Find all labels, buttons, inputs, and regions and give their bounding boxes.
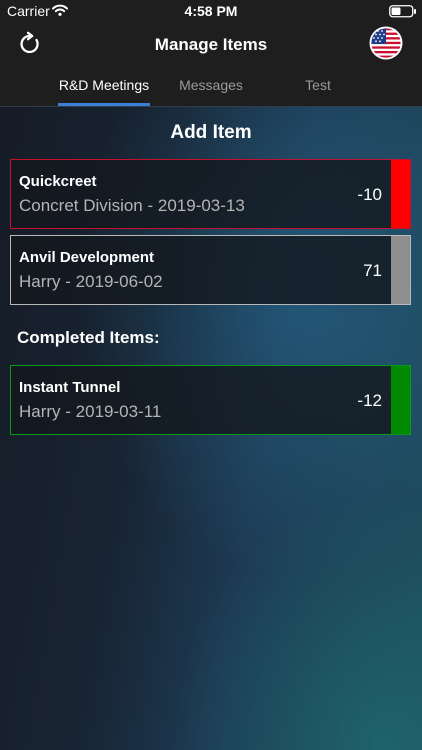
item-subtitle: Harry - 2019-06-02 (19, 272, 163, 291)
add-item-button[interactable]: Add Item (0, 122, 422, 144)
item-title: Quickcreet (19, 173, 97, 190)
page-title: Manage Items (154, 35, 268, 54)
item-card[interactable]: Quickcreet Concret Division - 2019-03-13… (10, 159, 411, 229)
tab-bar: R&D Meetings Messages Test (0, 68, 422, 106)
status-bar: Carrier 4:58 PM (0, 0, 422, 22)
tab-rd-meetings[interactable]: R&D Meetings (58, 77, 150, 106)
navigation-bar: Manage Items R&D Meetings Messages Test (0, 22, 422, 107)
completed-items-heading: Completed Items: (17, 328, 160, 347)
status-time: 4:58 PM (184, 3, 238, 19)
item-title: Anvil Development (19, 249, 155, 266)
completed-item-card[interactable]: Instant Tunnel Harry - 2019-03-11 -12 (10, 365, 411, 435)
tab-messages[interactable]: Messages (166, 77, 256, 106)
item-subtitle: Harry - 2019-03-11 (19, 402, 162, 421)
item-subtitle: Concret Division - 2019-03-13 (19, 196, 245, 215)
item-value: -10 (357, 185, 382, 204)
item-value: -12 (357, 391, 382, 410)
us-flag-icon[interactable] (369, 26, 403, 60)
item-card[interactable]: Anvil Development Harry - 2019-06-02 71 (10, 235, 411, 305)
item-value: 71 (363, 261, 382, 280)
item-status-stripe (391, 160, 410, 228)
item-status-stripe (391, 366, 410, 434)
active-tab-indicator (58, 103, 150, 106)
tab-test[interactable]: Test (280, 77, 356, 106)
item-status-stripe (391, 236, 410, 304)
battery-icon (389, 5, 416, 18)
item-title: Instant Tunnel (19, 379, 121, 396)
